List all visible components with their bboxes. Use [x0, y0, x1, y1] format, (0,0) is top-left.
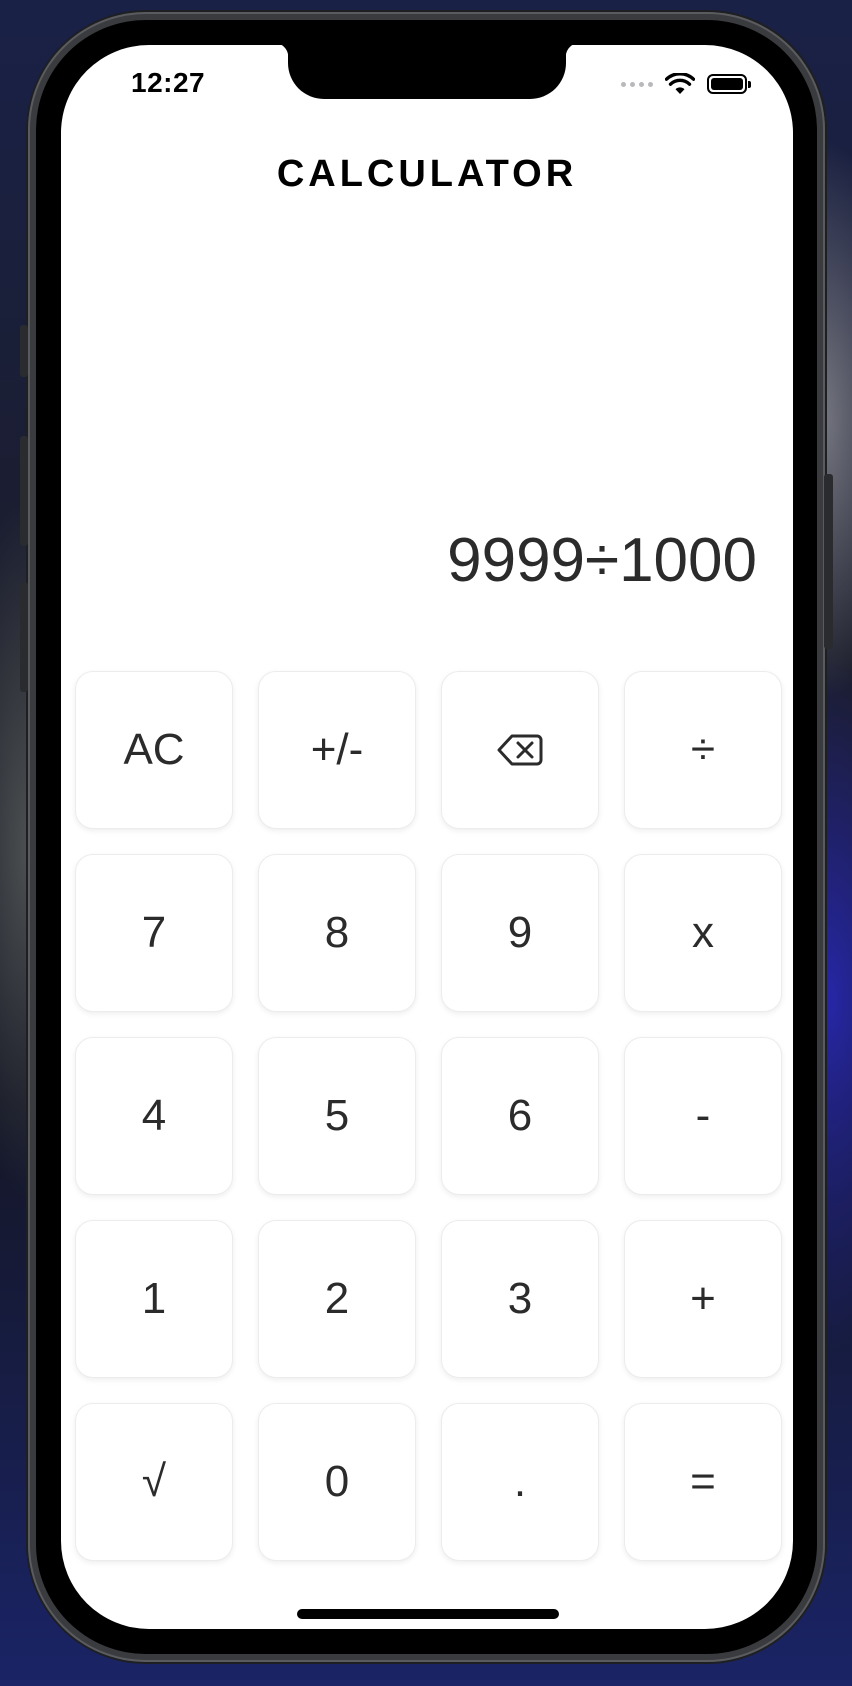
status-time: 12:27: [131, 67, 206, 98]
decimal-button[interactable]: .: [441, 1403, 599, 1561]
divide-button[interactable]: ÷: [624, 671, 782, 829]
battery-icon: [707, 74, 751, 94]
digit-8-label: 8: [324, 908, 350, 957]
phone-volume-up-button: [20, 436, 28, 546]
calculator-display: 9999÷1000: [447, 526, 757, 595]
digit-4-label: 4: [141, 1091, 167, 1140]
digit-3-label: 3: [507, 1274, 533, 1323]
divide-label: ÷: [690, 725, 716, 774]
digit-9-button[interactable]: 9: [441, 854, 599, 1012]
home-indicator[interactable]: [297, 1609, 559, 1619]
backspace-icon: [497, 734, 543, 766]
negate-button[interactable]: +/-: [258, 671, 416, 829]
keypad: AC +/- ÷ 7 8 9 x 4 5 6 - 1 2 3 + √ 0. =: [75, 671, 782, 1561]
digit-5-button[interactable]: 5: [258, 1037, 416, 1195]
digit-8-button[interactable]: 8: [258, 854, 416, 1012]
digit-1-button[interactable]: 1: [75, 1220, 233, 1378]
clear-label: AC: [123, 725, 185, 774]
clear-button[interactable]: AC: [75, 671, 233, 829]
sqrt-button[interactable]: √: [75, 1403, 233, 1561]
status-icons: [621, 73, 751, 95]
page-title: CALCULATOR: [276, 153, 578, 195]
wifi-icon: [665, 73, 695, 94]
digit-1-label: 1: [141, 1274, 167, 1323]
phone-side-button: [20, 325, 28, 377]
digit-5-label: 5: [324, 1091, 350, 1140]
digit-2-label: 2: [324, 1274, 350, 1323]
add-label: +: [690, 1274, 716, 1323]
digit-9-label: 9: [507, 908, 533, 957]
digit-0-button[interactable]: 0: [258, 1403, 416, 1561]
phone-volume-down-button: [20, 582, 28, 692]
backspace-button[interactable]: [441, 671, 599, 829]
digit-3-button[interactable]: 3: [441, 1220, 599, 1378]
multiply-label: x: [692, 908, 714, 957]
digit-4-button[interactable]: 4: [75, 1037, 233, 1195]
digit-6-label: 6: [507, 1091, 533, 1140]
digit-7-label: 7: [141, 908, 167, 957]
decimal-label: .: [513, 1457, 527, 1506]
equals-label: =: [690, 1457, 716, 1506]
digit-2-button[interactable]: 2: [258, 1220, 416, 1378]
digit-7-button[interactable]: 7: [75, 854, 233, 1012]
equals-button[interactable]: =: [624, 1403, 782, 1561]
phone-power-button: [824, 474, 833, 649]
sqrt-label: √: [141, 1457, 167, 1506]
add-button[interactable]: +: [624, 1220, 782, 1378]
digit-0-label: 0: [324, 1457, 350, 1506]
multiply-button[interactable]: x: [624, 854, 782, 1012]
cellular-signal-icon: [621, 81, 653, 87]
digit-6-button[interactable]: 6: [441, 1037, 599, 1195]
subtract-label: -: [695, 1091, 711, 1140]
negate-label: +/-: [310, 725, 364, 774]
camera-notch: [274, 45, 580, 99]
app-screen: 12:27 CALCULATOR 9999÷1000 AC +/- ÷ 7 8 9 x 4 5 6…: [61, 45, 793, 1629]
subtract-button[interactable]: -: [624, 1037, 782, 1195]
